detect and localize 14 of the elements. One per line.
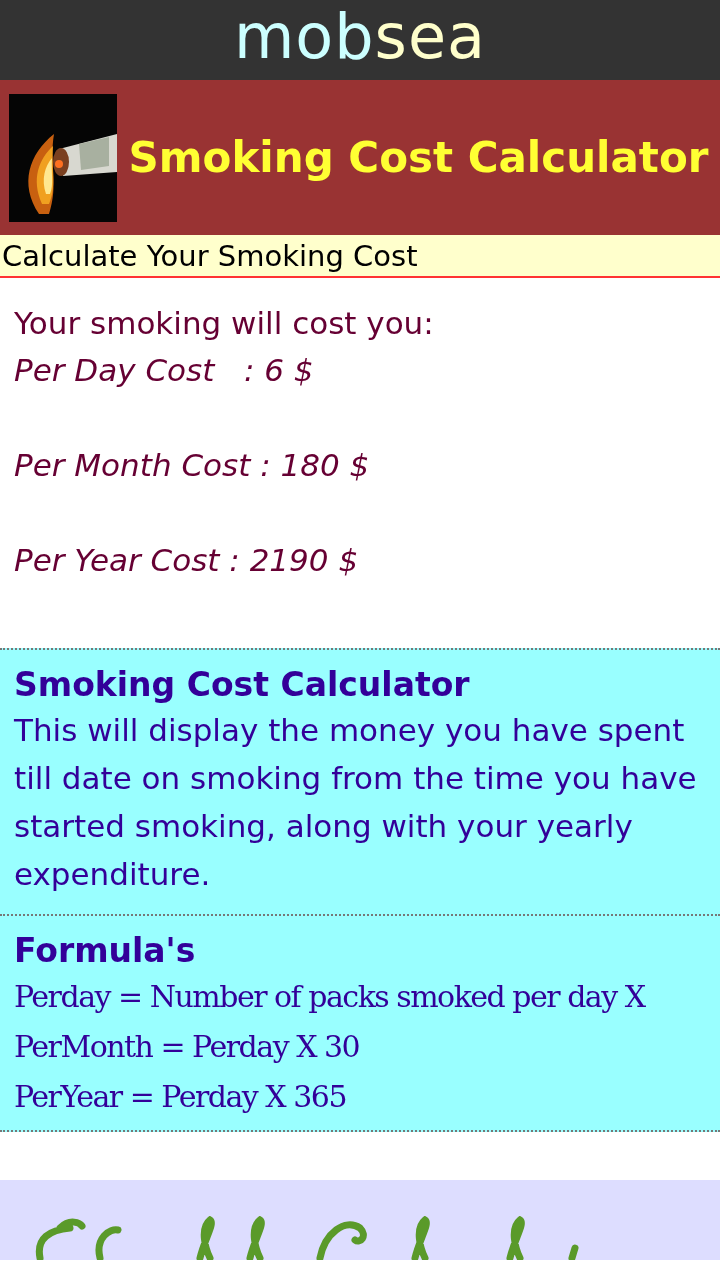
logo-text: sea	[374, 0, 487, 73]
formula-line: Perday = Number of packs smoked per day X	[14, 978, 647, 1016]
cost-result: Per Year Cost : 2190 $	[14, 541, 360, 580]
app-title: Smoking Cost Calculator	[127, 131, 710, 184]
cost-result: Per Day Cost : 6 $	[14, 351, 315, 390]
result-intro: Your smoking will cost you:	[14, 304, 435, 343]
logo-text: mob	[233, 0, 375, 73]
cost-result: Per Month Cost : 180 $	[14, 446, 371, 485]
description-text: This will display the money you have spent till date on smoking from the time you have started smoking, along with your yearly expenditure.	[14, 711, 698, 894]
formula-line: PerYear = Perday X 365	[14, 1078, 347, 1116]
formula-line: PerMonth = Perday X 30	[14, 1028, 361, 1066]
section-heading: Formula's	[14, 930, 197, 972]
section-heading: Smoking Cost Calculator	[14, 664, 471, 706]
subtitle: Calculate Your Smoking Cost	[2, 239, 418, 273]
